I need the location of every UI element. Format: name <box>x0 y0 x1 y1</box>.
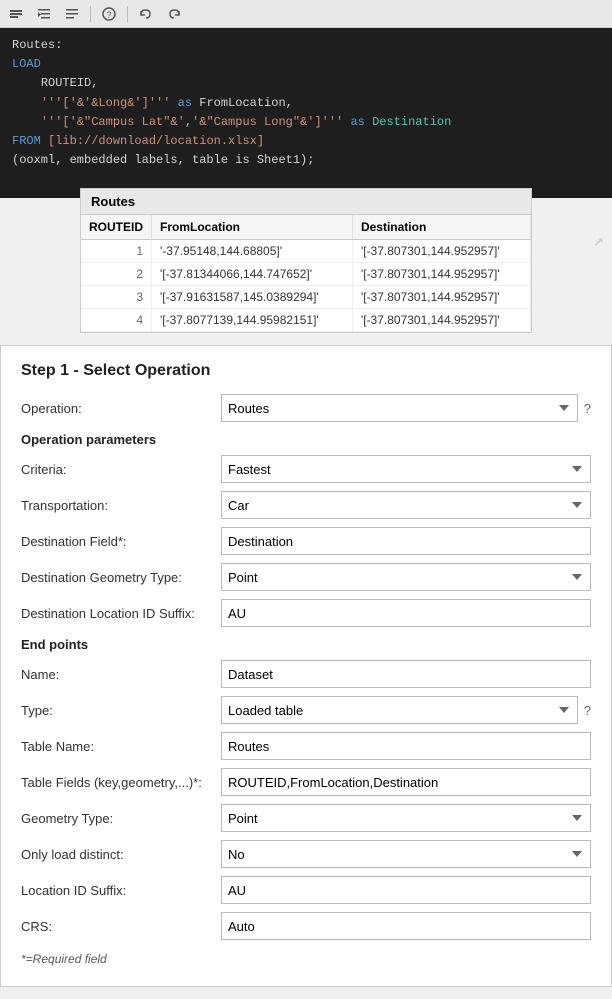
geom-type-label: Geometry Type: <box>21 811 221 826</box>
table-row: 3 '[-37.91631587,145.0389294]' '[-37.807… <box>81 286 531 309</box>
type-help[interactable]: ? <box>584 703 591 718</box>
comment-icon[interactable] <box>6 4 26 24</box>
code-line-5: '''['&"Campus Lat"&','&"Campus Long"&']'… <box>12 113 600 132</box>
routes-table-panel: Routes ROUTEID FromLocation Destination … <box>80 188 532 333</box>
routes-table: ROUTEID FromLocation Destination 1 '-37.… <box>81 215 531 332</box>
operation-label: Operation: <box>21 401 221 416</box>
table-row: 4 '[-37.8077139,144.95982151]' '[-37.807… <box>81 309 531 332</box>
dest-geom-select[interactable]: Point <box>221 563 591 591</box>
svg-text:?: ? <box>106 10 111 20</box>
type-select[interactable]: Loaded table <box>221 696 578 724</box>
dest-field-input[interactable] <box>221 527 591 555</box>
cell-from: '-37.95148,144.68805]' <box>152 240 353 263</box>
required-note: *=Required field <box>21 952 591 966</box>
dest-loc-label: Destination Location ID Suffix: <box>21 606 221 621</box>
undo-icon[interactable] <box>136 4 156 24</box>
dest-geom-row: Destination Geometry Type: Point <box>21 563 591 591</box>
dest-loc-input[interactable] <box>221 599 591 627</box>
indent-icon[interactable] <box>34 4 54 24</box>
transport-label: Transportation: <box>21 498 221 513</box>
only-load-row: Only load distinct: No Yes <box>21 840 591 868</box>
cell-id: 1 <box>81 240 152 263</box>
criteria-select[interactable]: Fastest <box>221 455 591 483</box>
toolbar: ? <box>0 0 612 28</box>
transport-select[interactable]: Car <box>221 491 591 519</box>
dest-geom-label: Destination Geometry Type: <box>21 570 221 585</box>
cell-from: '[-37.8077139,144.95982151]' <box>152 309 353 332</box>
type-row: Type: Loaded table ? <box>21 696 591 724</box>
operation-select[interactable]: Routes <box>221 394 578 422</box>
help-icon[interactable]: ? <box>99 4 119 24</box>
code-line-2: LOAD <box>12 55 600 74</box>
code-line-4: '''['&'&Long&']''' as FromLocation, <box>12 94 600 113</box>
crs-label: CRS: <box>21 919 221 934</box>
step1-panel: Step 1 - Select Operation Operation: Rou… <box>0 345 612 987</box>
cell-id: 3 <box>81 286 152 309</box>
crs-input[interactable] <box>221 912 591 940</box>
cell-dest: '[-37.807301,144.952957]' <box>352 263 530 286</box>
cell-id: 4 <box>81 309 152 332</box>
only-load-label: Only load distinct: <box>21 847 221 862</box>
cell-id: 2 <box>81 263 152 286</box>
only-load-select[interactable]: No Yes <box>221 840 591 868</box>
cell-dest: '[-37.807301,144.952957]' <box>352 240 530 263</box>
code-line-3: ROUTEID, <box>12 74 600 93</box>
dest-field-label: Destination Field*: <box>21 534 221 549</box>
table-fields-row: Table Fields (key,geometry,...)*: <box>21 768 591 796</box>
loc-id-input[interactable] <box>221 876 591 904</box>
geom-type-row: Geometry Type: Point <box>21 804 591 832</box>
table-name-row: Table Name: <box>21 732 591 760</box>
loc-id-label: Location ID Suffix: <box>21 883 221 898</box>
redo-icon[interactable] <box>164 4 184 24</box>
cell-dest: '[-37.807301,144.952957]' <box>352 286 530 309</box>
name-input[interactable] <box>221 660 591 688</box>
dest-field-row: Destination Field*: <box>21 527 591 555</box>
code-editor[interactable]: Routes: LOAD ROUTEID, '''['&'&Long&']'''… <box>0 28 612 198</box>
cursor: ↗ <box>593 228 604 257</box>
table-fields-input[interactable] <box>221 768 591 796</box>
operation-help[interactable]: ? <box>584 401 591 416</box>
geom-type-select[interactable]: Point <box>221 804 591 832</box>
col-destination: Destination <box>352 215 530 240</box>
type-label: Type: <box>21 703 221 718</box>
align-icon[interactable] <box>62 4 82 24</box>
table-panel-title: Routes <box>81 189 531 215</box>
table-row: 2 '[-37.81344066,144.747652]' '[-37.8073… <box>81 263 531 286</box>
col-fromlocation: FromLocation <box>152 215 353 240</box>
table-name-label: Table Name: <box>21 739 221 754</box>
table-row: 1 '-37.95148,144.68805]' '[-37.807301,14… <box>81 240 531 263</box>
divider-1 <box>90 6 91 22</box>
step1-title: Step 1 - Select Operation <box>21 362 591 380</box>
params-header: Operation parameters <box>21 432 591 447</box>
cell-from: '[-37.81344066,144.747652]' <box>152 263 353 286</box>
dest-loc-row: Destination Location ID Suffix: <box>21 599 591 627</box>
cell-dest: '[-37.807301,144.952957]' <box>352 309 530 332</box>
col-routeid: ROUTEID <box>81 215 152 240</box>
code-line-1: Routes: <box>12 36 600 55</box>
code-line-7: (ooxml, embedded labels, table is Sheet1… <box>12 151 600 170</box>
criteria-label: Criteria: <box>21 462 221 477</box>
name-label: Name: <box>21 667 221 682</box>
transport-row: Transportation: Car <box>21 491 591 519</box>
endpoints-header: End points <box>21 637 591 652</box>
name-row: Name: <box>21 660 591 688</box>
loc-id-row: Location ID Suffix: <box>21 876 591 904</box>
operation-row: Operation: Routes ? <box>21 394 591 422</box>
crs-row: CRS: <box>21 912 591 940</box>
divider-2 <box>127 6 128 22</box>
code-line-6: FROM [lib://download/location.xlsx] <box>12 132 600 151</box>
criteria-row: Criteria: Fastest <box>21 455 591 483</box>
cell-from: '[-37.91631587,145.0389294]' <box>152 286 353 309</box>
table-fields-label: Table Fields (key,geometry,...)*: <box>21 775 221 790</box>
table-name-input[interactable] <box>221 732 591 760</box>
